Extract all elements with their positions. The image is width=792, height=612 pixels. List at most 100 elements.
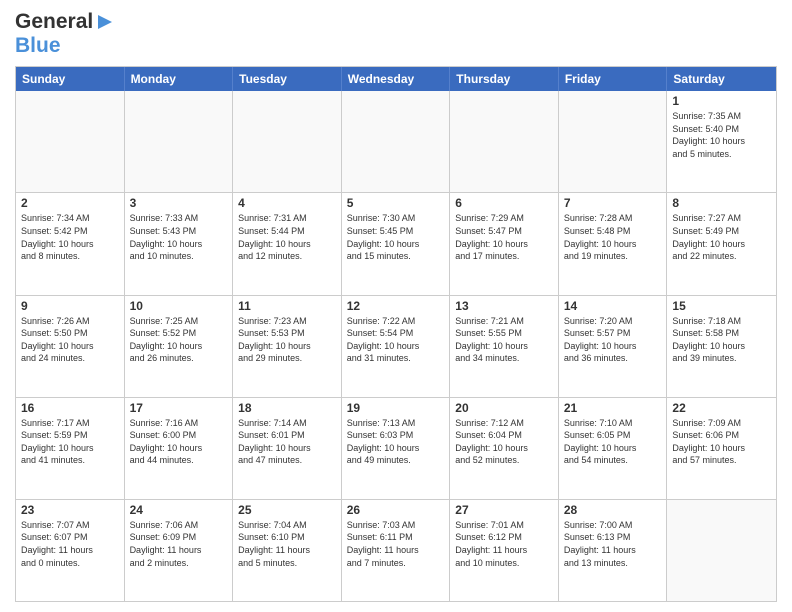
calendar-row-2: 9 Sunrise: 7:26 AM Sunset: 5:50 PM Daylig…: [16, 296, 776, 398]
day-info: Sunrise: 7:29 AM Sunset: 5:47 PM Dayligh…: [455, 212, 553, 262]
day-number: 3: [130, 196, 228, 210]
logo: General Blue: [15, 10, 117, 58]
day-number: 18: [238, 401, 336, 415]
day-info: Sunrise: 7:04 AM Sunset: 6:10 PM Dayligh…: [238, 519, 336, 569]
day-number: 12: [347, 299, 445, 313]
day-number: 27: [455, 503, 553, 517]
day-number: 28: [564, 503, 662, 517]
day-info: Sunrise: 7:14 AM Sunset: 6:01 PM Dayligh…: [238, 417, 336, 467]
calendar-cell: 2 Sunrise: 7:34 AM Sunset: 5:42 PM Daylig…: [16, 193, 125, 294]
day-info: Sunrise: 7:21 AM Sunset: 5:55 PM Dayligh…: [455, 315, 553, 365]
calendar-cell: 22Sunrise: 7:09 AM Sunset: 6:06 PM Dayli…: [667, 398, 776, 499]
calendar-cell: [559, 91, 668, 192]
calendar-cell: 8Sunrise: 7:27 AM Sunset: 5:49 PM Daylig…: [667, 193, 776, 294]
calendar-cell: 6Sunrise: 7:29 AM Sunset: 5:47 PM Daylig…: [450, 193, 559, 294]
calendar: SundayMondayTuesdayWednesdayThursdayFrid…: [15, 66, 777, 602]
day-number: 15: [672, 299, 771, 313]
day-number: 20: [455, 401, 553, 415]
calendar-cell: 5 Sunrise: 7:30 AM Sunset: 5:45 PM Daylig…: [342, 193, 451, 294]
day-info: Sunrise: 7:03 AM Sunset: 6:11 PM Dayligh…: [347, 519, 445, 569]
calendar-cell: 26 Sunrise: 7:03 AM Sunset: 6:11 PM Dayli…: [342, 500, 451, 601]
calendar-cell: 15 Sunrise: 7:18 AM Sunset: 5:58 PM Dayli…: [667, 296, 776, 397]
day-info: Sunrise: 7:33 AM Sunset: 5:43 PM Dayligh…: [130, 212, 228, 262]
day-number: 4: [238, 196, 336, 210]
day-number: 14: [564, 299, 662, 313]
day-number: 24: [130, 503, 228, 517]
calendar-row-1: 2 Sunrise: 7:34 AM Sunset: 5:42 PM Daylig…: [16, 193, 776, 295]
day-number: 10: [130, 299, 228, 313]
day-info: Sunrise: 7:17 AM Sunset: 5:59 PM Dayligh…: [21, 417, 119, 467]
day-info: Sunrise: 7:34 AM Sunset: 5:42 PM Dayligh…: [21, 212, 119, 262]
day-info: Sunrise: 7:01 AM Sunset: 6:12 PM Dayligh…: [455, 519, 553, 569]
day-info: Sunrise: 7:12 AM Sunset: 6:04 PM Dayligh…: [455, 417, 553, 467]
day-number: 23: [21, 503, 119, 517]
day-number: 1: [672, 94, 771, 108]
day-number: 17: [130, 401, 228, 415]
calendar-header: SundayMondayTuesdayWednesdayThursdayFrid…: [16, 67, 776, 91]
header-cell-friday: Friday: [559, 67, 668, 91]
day-number: 9: [21, 299, 119, 313]
calendar-cell: [233, 91, 342, 192]
day-number: 26: [347, 503, 445, 517]
day-info: Sunrise: 7:09 AM Sunset: 6:06 PM Dayligh…: [672, 417, 771, 467]
calendar-row-4: 23 Sunrise: 7:07 AM Sunset: 6:07 PM Dayli…: [16, 500, 776, 601]
calendar-cell: 12 Sunrise: 7:22 AM Sunset: 5:54 PM Dayli…: [342, 296, 451, 397]
calendar-cell: 1 Sunrise: 7:35 AM Sunset: 5:40 PM Daylig…: [667, 91, 776, 192]
calendar-cell: 16 Sunrise: 7:17 AM Sunset: 5:59 PM Dayli…: [16, 398, 125, 499]
header-cell-thursday: Thursday: [450, 67, 559, 91]
calendar-cell: [667, 500, 776, 601]
header-cell-wednesday: Wednesday: [342, 67, 451, 91]
calendar-cell: 18 Sunrise: 7:14 AM Sunset: 6:01 PM Dayli…: [233, 398, 342, 499]
day-number: 21: [564, 401, 662, 415]
calendar-row-0: 1 Sunrise: 7:35 AM Sunset: 5:40 PM Daylig…: [16, 91, 776, 193]
day-info: Sunrise: 7:22 AM Sunset: 5:54 PM Dayligh…: [347, 315, 445, 365]
calendar-cell: 27 Sunrise: 7:01 AM Sunset: 6:12 PM Dayli…: [450, 500, 559, 601]
day-number: 13: [455, 299, 553, 313]
page: General Blue SundayMondayTuesdayWednesda…: [0, 0, 792, 612]
calendar-body: 1 Sunrise: 7:35 AM Sunset: 5:40 PM Daylig…: [16, 91, 776, 601]
day-info: Sunrise: 7:30 AM Sunset: 5:45 PM Dayligh…: [347, 212, 445, 262]
calendar-row-3: 16 Sunrise: 7:17 AM Sunset: 5:59 PM Dayli…: [16, 398, 776, 500]
day-info: Sunrise: 7:31 AM Sunset: 5:44 PM Dayligh…: [238, 212, 336, 262]
day-info: Sunrise: 7:06 AM Sunset: 6:09 PM Dayligh…: [130, 519, 228, 569]
day-info: Sunrise: 7:18 AM Sunset: 5:58 PM Dayligh…: [672, 315, 771, 365]
day-info: Sunrise: 7:27 AM Sunset: 5:49 PM Dayligh…: [672, 212, 771, 262]
calendar-cell: 14 Sunrise: 7:20 AM Sunset: 5:57 PM Dayli…: [559, 296, 668, 397]
calendar-cell: 9 Sunrise: 7:26 AM Sunset: 5:50 PM Daylig…: [16, 296, 125, 397]
calendar-cell: 21 Sunrise: 7:10 AM Sunset: 6:05 PM Dayli…: [559, 398, 668, 499]
header-cell-saturday: Saturday: [667, 67, 776, 91]
header-cell-sunday: Sunday: [16, 67, 125, 91]
day-info: Sunrise: 7:26 AM Sunset: 5:50 PM Dayligh…: [21, 315, 119, 365]
calendar-cell: [16, 91, 125, 192]
calendar-cell: 11 Sunrise: 7:23 AM Sunset: 5:53 PM Dayli…: [233, 296, 342, 397]
day-number: 16: [21, 401, 119, 415]
calendar-cell: 28 Sunrise: 7:00 AM Sunset: 6:13 PM Dayli…: [559, 500, 668, 601]
day-number: 11: [238, 299, 336, 313]
calendar-cell: [342, 91, 451, 192]
day-info: Sunrise: 7:28 AM Sunset: 5:48 PM Dayligh…: [564, 212, 662, 262]
calendar-cell: 25 Sunrise: 7:04 AM Sunset: 6:10 PM Dayli…: [233, 500, 342, 601]
day-number: 7: [564, 196, 662, 210]
day-info: Sunrise: 7:10 AM Sunset: 6:05 PM Dayligh…: [564, 417, 662, 467]
calendar-cell: 7 Sunrise: 7:28 AM Sunset: 5:48 PM Daylig…: [559, 193, 668, 294]
day-number: 19: [347, 401, 445, 415]
day-info: Sunrise: 7:00 AM Sunset: 6:13 PM Dayligh…: [564, 519, 662, 569]
logo-icon: [94, 11, 116, 33]
day-info: Sunrise: 7:25 AM Sunset: 5:52 PM Dayligh…: [130, 315, 228, 365]
calendar-cell: 23 Sunrise: 7:07 AM Sunset: 6:07 PM Dayli…: [16, 500, 125, 601]
calendar-cell: [125, 91, 234, 192]
day-info: Sunrise: 7:23 AM Sunset: 5:53 PM Dayligh…: [238, 315, 336, 365]
calendar-cell: 10 Sunrise: 7:25 AM Sunset: 5:52 PM Dayli…: [125, 296, 234, 397]
day-number: 5: [347, 196, 445, 210]
day-number: 25: [238, 503, 336, 517]
calendar-cell: 24 Sunrise: 7:06 AM Sunset: 6:09 PM Dayli…: [125, 500, 234, 601]
day-info: Sunrise: 7:35 AM Sunset: 5:40 PM Dayligh…: [672, 110, 771, 160]
day-info: Sunrise: 7:20 AM Sunset: 5:57 PM Dayligh…: [564, 315, 662, 365]
day-info: Sunrise: 7:16 AM Sunset: 6:00 PM Dayligh…: [130, 417, 228, 467]
day-info: Sunrise: 7:07 AM Sunset: 6:07 PM Dayligh…: [21, 519, 119, 569]
calendar-cell: [450, 91, 559, 192]
header-cell-monday: Monday: [125, 67, 234, 91]
calendar-cell: 20 Sunrise: 7:12 AM Sunset: 6:04 PM Dayli…: [450, 398, 559, 499]
day-number: 2: [21, 196, 119, 210]
calendar-cell: 3 Sunrise: 7:33 AM Sunset: 5:43 PM Daylig…: [125, 193, 234, 294]
